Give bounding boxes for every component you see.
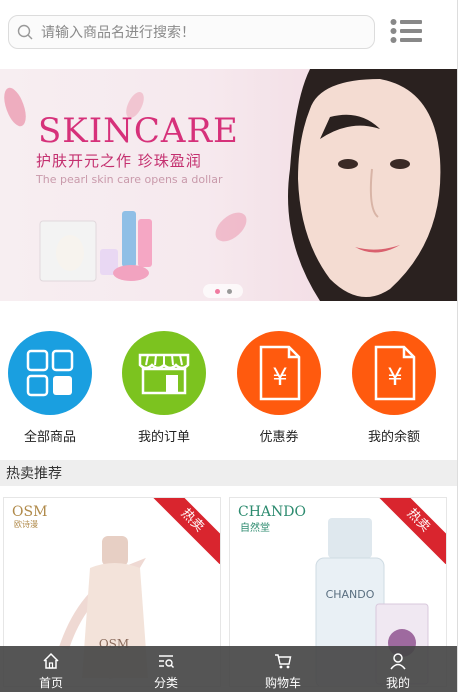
section-title: 热卖推荐 [6,466,62,482]
brand-subtitle: 自然堂 [240,523,270,534]
nav-all-products[interactable]: 全部商品 [0,331,100,445]
app-page: SKINCARE 护肤开元之作 珍珠盈润 The pearl skin care… [0,0,458,692]
banner-tagline: The pearl skin care opens a dollar [36,173,223,186]
svg-text:CHANDO: CHANDO [326,588,375,601]
cart-icon [275,654,292,669]
coupon-yen-icon: ¥ [237,331,321,415]
nav-label: 优惠券 [259,430,299,445]
search-icon [17,24,33,40]
promo-banner[interactable]: SKINCARE 护肤开元之作 珍珠盈润 The pearl skin care… [0,69,457,301]
carousel-dot-active[interactable] [215,289,220,294]
brand-logo: OSM [12,504,48,520]
nav-my-balance[interactable]: ¥ 我的余额 [344,331,444,445]
tab-home[interactable]: 首页 [6,646,96,692]
tab-label: 我的 [385,676,410,690]
nav-coupons[interactable]: ¥ 优惠券 [229,331,329,445]
bottom-tab-bar: 首页 分类 购物车 我的 [0,646,457,692]
svg-text:¥: ¥ [387,363,402,391]
balance-yen-icon: ¥ [352,331,436,415]
user-icon [390,653,406,670]
carousel-indicator[interactable] [203,284,243,298]
shop-icon [122,331,206,415]
tab-label: 购物车 [264,676,301,690]
petal-decoration [211,206,251,248]
petal-decoration [0,85,32,129]
menu-list-icon[interactable] [390,18,422,44]
hot-section-header: 热卖推荐 [0,460,457,486]
home-icon [43,652,59,669]
nav-label: 我的订单 [137,430,190,445]
tab-label: 分类 [153,676,178,690]
banner-subtitle: 护肤开元之作 珍珠盈润 [36,152,202,170]
nav-label: 我的余额 [367,430,420,445]
tab-category[interactable]: 分类 [121,646,211,692]
tab-my-profile[interactable]: 我的 [353,646,443,692]
search-input[interactable] [39,16,363,50]
svg-text:¥: ¥ [272,363,287,391]
category-icon [159,655,174,668]
banner-title: SKINCARE [38,111,239,151]
carousel-dot[interactable] [227,289,232,294]
brand-logo: CHANDO [238,504,306,520]
grid-icon [8,331,92,415]
nav-label: 全部商品 [23,430,76,445]
search-bar[interactable] [8,15,375,50]
banner-model-image [288,69,457,301]
tab-label: 首页 [38,676,63,690]
tab-cart[interactable]: 购物车 [238,646,328,692]
brand-subtitle: 欧诗漫 [14,520,38,529]
nav-my-orders[interactable]: 我的订单 [114,331,214,445]
banner-product-image [39,211,152,282]
